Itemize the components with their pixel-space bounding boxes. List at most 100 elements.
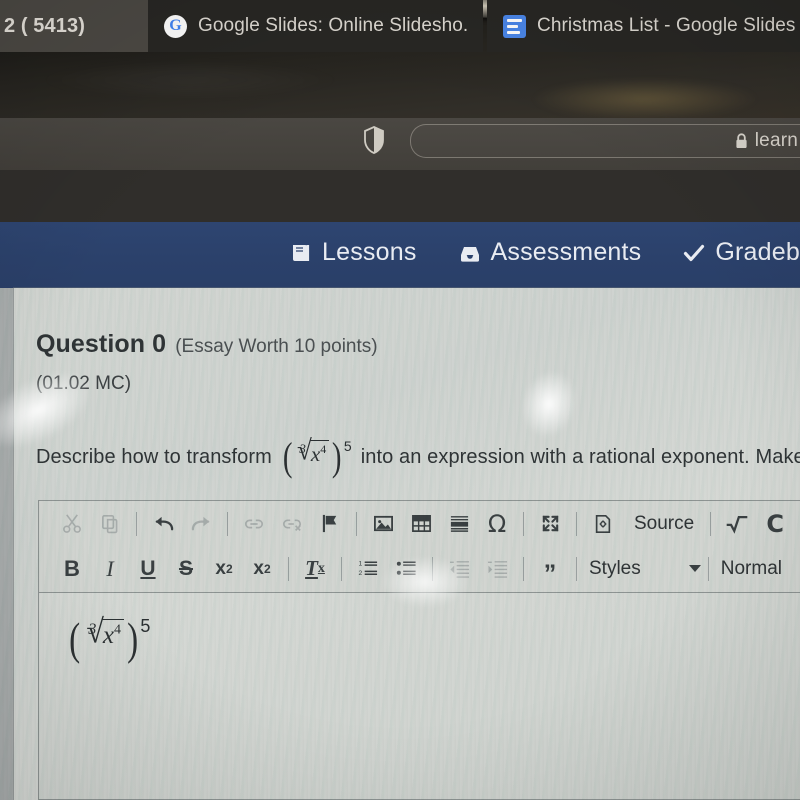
subscript-button[interactable]: x2: [205, 550, 243, 588]
address-bar-url-group[interactable]: learn: [735, 130, 800, 152]
source-icon: [584, 505, 622, 543]
math-outer-exponent: 5: [343, 438, 352, 454]
shield-icon[interactable]: [363, 126, 385, 154]
blockquote-button[interactable]: ”: [531, 555, 569, 593]
svg-text:2: 2: [358, 570, 362, 577]
image-icon[interactable]: [364, 505, 402, 543]
format-dropdown[interactable]: Normal: [716, 558, 787, 580]
toolbar-separator: [576, 556, 577, 581]
strikethrough-button[interactable]: S: [167, 550, 205, 588]
question-math-expression: ( 3 √ x4 ) 5: [281, 434, 352, 479]
nav-item-assessments[interactable]: Assessments: [459, 238, 642, 267]
inbox-icon: [459, 242, 481, 264]
question-prompt-after: into an expression with a rational expon…: [360, 445, 800, 468]
google-icon: G: [164, 14, 187, 38]
link-icon[interactable]: [235, 505, 273, 543]
answer-radical: 3 √ x4: [83, 614, 124, 649]
cut-icon[interactable]: [53, 505, 91, 543]
editor-toolbar-row-2: B I U S x2 x2 Tx 1 2 ” Styles Normal: [39, 546, 800, 591]
question-prompt: Describe how to transform ( 3 √ x4 ) 5 i…: [36, 434, 800, 479]
superscript-button[interactable]: x2: [243, 550, 281, 588]
bezel-smudge: [40, 60, 340, 100]
rich-text-editor[interactable]: Ω Source C B I U S x 2 x 2 T x 1 2 ” Sty…: [38, 500, 800, 800]
toolbar-separator: [432, 556, 433, 581]
bezel-glare: [530, 78, 760, 120]
bulleted-list-button[interactable]: [387, 550, 425, 588]
table-icon[interactable]: [402, 505, 440, 543]
answer-radicand: x4: [101, 619, 124, 649]
math-radicand: x4: [309, 440, 330, 466]
tab-title: 2 ( 5413): [4, 14, 85, 37]
answer-open-paren: (: [69, 613, 81, 664]
toolbar-separator: [227, 511, 228, 536]
tab-title: Google Slides: Online Slidesho...: [198, 15, 467, 36]
editor-toolbar-row-1: Ω Source C: [39, 501, 800, 546]
underline-button[interactable]: U: [129, 550, 167, 588]
check-icon: [683, 242, 705, 264]
toolbar-separator: [523, 556, 524, 581]
format-dropdown-label: Normal: [720, 557, 782, 579]
browser-tab[interactable]: Christmas List - Google Slides ·: [487, 0, 800, 52]
answer-outer-exponent: 5: [140, 616, 151, 636]
outdent-button[interactable]: [440, 550, 478, 588]
indent-button[interactable]: [478, 550, 516, 588]
svg-text:1: 1: [358, 561, 362, 568]
nav-item-label: Lessons: [322, 238, 417, 266]
horizontal-rule-icon[interactable]: [440, 505, 478, 543]
italic-button[interactable]: I: [91, 550, 129, 588]
browser-tab-strip: [0, 170, 800, 222]
math-radicand-exponent: 4: [320, 442, 327, 456]
copy-icon[interactable]: [91, 505, 129, 543]
question-heading: Question 0 (Essay Worth 10 points): [36, 330, 378, 359]
math-radical-index: 3: [299, 441, 306, 456]
toolbar-separator: [288, 556, 289, 581]
laptop-screen-photo: learn 2 ( 5413) G Google Slides: Online …: [0, 0, 800, 800]
browser-tab[interactable]: G Google Slides: Online Slidesho...: [148, 0, 483, 52]
source-label: Source: [634, 512, 695, 534]
question-title: Question 0: [36, 330, 167, 358]
source-button[interactable]: Source: [584, 505, 703, 543]
toolbar-separator: [136, 511, 137, 536]
editor-content-area[interactable]: ( 3 √ x4 ) 5: [39, 592, 800, 799]
toolbar-separator: [523, 511, 524, 536]
remove-format-button[interactable]: Tx: [296, 550, 334, 588]
toolbar-separator: [710, 511, 712, 536]
question-prompt-before: Describe how to transform: [36, 445, 272, 468]
styles-dropdown[interactable]: Styles: [584, 558, 701, 580]
toolbar-separator: [707, 556, 709, 581]
unlink-icon[interactable]: [273, 505, 311, 543]
google-slides-icon: [503, 14, 526, 38]
toolbar-separator: [356, 511, 357, 536]
numbered-list-button[interactable]: 1 2: [349, 550, 387, 588]
toolbar-separator: [341, 556, 342, 581]
nav-item-label: Assessments: [490, 238, 642, 266]
square-root-icon[interactable]: [718, 505, 756, 543]
tab-title: Christmas List - Google Slides ·: [537, 15, 800, 36]
math-open-paren: (: [282, 434, 293, 479]
answer-radicand-base: x: [102, 622, 114, 649]
chemistry-icon[interactable]: C: [756, 505, 794, 543]
special-character-icon[interactable]: Ω: [478, 505, 516, 543]
math-radicand-base: x: [310, 442, 321, 466]
answer-close-paren: ): [127, 613, 139, 664]
bold-button[interactable]: B: [53, 550, 91, 588]
nav-item-gradebook[interactable]: Gradebook: [683, 238, 800, 267]
browser-tab[interactable]: 2 ( 5413): [0, 0, 148, 52]
question-code: (01.02 MC): [36, 373, 132, 394]
redo-icon[interactable]: [182, 505, 220, 543]
lock-icon: [735, 133, 748, 149]
book-icon: [290, 242, 312, 264]
maximize-icon[interactable]: [531, 505, 569, 543]
address-bar-url: learn: [754, 130, 798, 151]
chevron-down-icon: [688, 565, 701, 572]
answer-radicand-exponent: 4: [114, 622, 121, 638]
answer-radical-index: 3: [88, 621, 97, 638]
math-close-paren: ): [332, 434, 342, 479]
math-radical: 3 √ x4: [295, 436, 330, 466]
anchor-flag-icon[interactable]: [311, 505, 349, 543]
answer-math-expression: ( 3 √ x4 ) 5: [67, 613, 151, 664]
nav-item-lessons[interactable]: Lessons: [290, 238, 417, 267]
undo-icon[interactable]: [144, 505, 182, 543]
question-points: (Essay Worth 10 points): [175, 336, 378, 357]
styles-dropdown-label: Styles: [589, 557, 641, 579]
